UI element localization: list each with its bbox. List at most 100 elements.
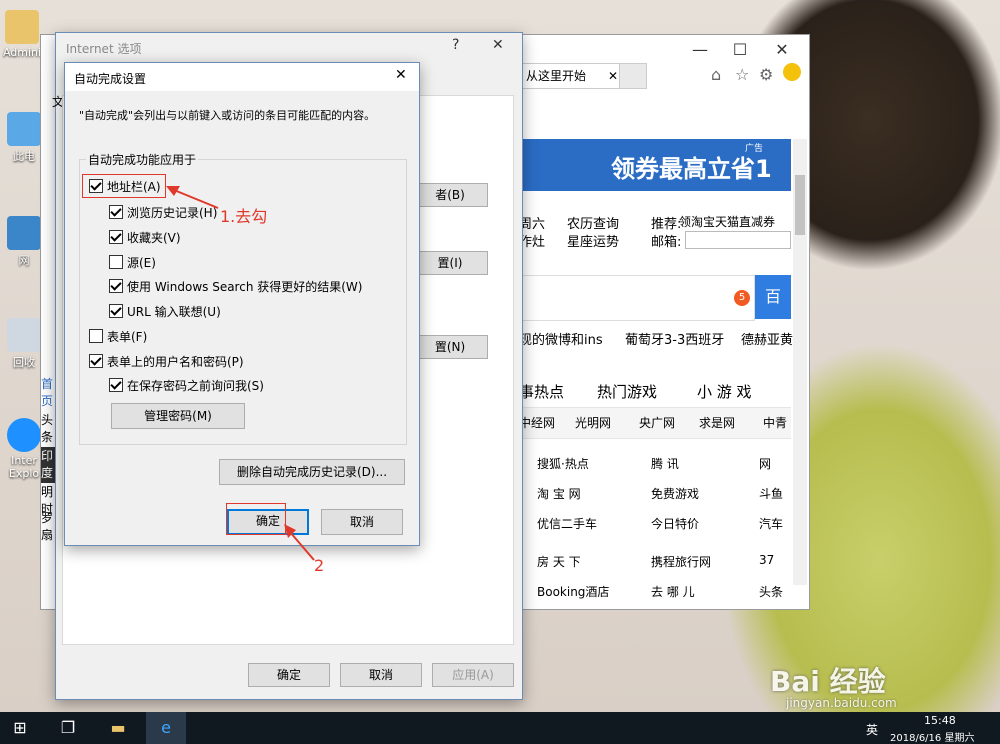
checkbox-icon[interactable]: [109, 230, 123, 244]
link-horoscope[interactable]: 星座运势: [567, 231, 619, 250]
news-link[interactable]: 求是网: [699, 414, 735, 431]
internet-explorer-icon: [7, 418, 41, 452]
checkbox-icon[interactable]: [89, 354, 103, 368]
close-icon[interactable]: ✕: [395, 67, 407, 83]
checkbox-windows-search[interactable]: 使用 Windows Search 获得更好的结果(W): [109, 277, 362, 297]
checkbox-usernames-passwords[interactable]: 表单上的用户名和密码(P): [89, 352, 244, 372]
help-icon[interactable]: ?: [452, 37, 459, 53]
banner-text: 领券最高立省1: [611, 155, 772, 183]
site-row: Booking酒店 去 哪 儿 头条: [519, 583, 791, 607]
vertical-scrollbar[interactable]: [793, 139, 807, 585]
news-link[interactable]: 央广网: [639, 414, 675, 431]
manage-passwords-button[interactable]: 管理密码(M): [111, 403, 245, 429]
site-row: 优信二手车 今日特价 汽车: [519, 515, 791, 553]
dialog-title: Internet 选项: [66, 42, 142, 56]
publishers-button[interactable]: 者(B): [412, 183, 488, 207]
site-link[interactable]: 腾 讯: [651, 455, 679, 472]
new-tab-button[interactable]: [619, 63, 647, 89]
close-window-button[interactable]: ✕: [769, 39, 795, 61]
site-link[interactable]: 携程旅行网: [651, 553, 711, 570]
close-tab-icon[interactable]: ✕: [608, 64, 618, 88]
link-coupons[interactable]: 领淘宝天猫直减券: [679, 213, 775, 230]
checkbox-icon[interactable]: [109, 279, 123, 293]
site-link[interactable]: Booking酒店: [537, 583, 609, 600]
home-icon[interactable]: ⌂: [711, 65, 721, 84]
news-link-bar: 中经网 光明网 央广网 求是网 中青: [519, 407, 791, 439]
recommend-label: 推荐:: [651, 217, 682, 232]
site-row: 淘 宝 网 免费游戏 斗鱼: [519, 485, 791, 515]
delete-history-button[interactable]: 删除自动完成历史记录(D)...: [219, 459, 405, 485]
autocomplete-cancel-button[interactable]: 取消: [321, 509, 403, 535]
option-label: 收藏夹(V): [127, 231, 181, 245]
site-link[interactable]: 汽车: [759, 515, 783, 532]
news-link[interactable]: 中青: [763, 414, 787, 431]
site-link[interactable]: 今日特价: [651, 515, 699, 532]
site-link[interactable]: 免费游戏: [651, 485, 699, 502]
site-link[interactable]: 淘 宝 网: [537, 485, 581, 502]
network-icon: [7, 216, 41, 250]
ad-banner[interactable]: 领券最高立省1 广告: [519, 139, 791, 191]
site-link[interactable]: 去 哪 儿: [651, 583, 695, 600]
gear-icon[interactable]: ⚙: [759, 65, 773, 84]
browser-tab[interactable]: 从这里开始 ✕: [519, 63, 625, 89]
checkbox-url-suggestions[interactable]: URL 输入联想(U): [109, 302, 221, 322]
checkbox-icon[interactable]: [109, 378, 123, 392]
site-link[interactable]: 头条: [759, 583, 783, 600]
site-link[interactable]: 房 天 下: [537, 553, 581, 570]
minimize-button[interactable]: —: [687, 39, 713, 61]
ime-indicator[interactable]: 英: [866, 721, 878, 738]
site-link[interactable]: 网: [759, 455, 771, 472]
options-cancel-button[interactable]: 取消: [340, 663, 422, 687]
internet-explorer-taskbar-icon[interactable]: e: [146, 712, 186, 744]
search-input[interactable]: 5: [519, 275, 755, 321]
tab-hot-news[interactable]: 事热点: [519, 381, 564, 402]
start-windows-icon[interactable]: ⊞: [0, 712, 40, 744]
option-label: 源(E): [127, 256, 156, 270]
link-calendar[interactable]: 农历查询: [567, 213, 619, 232]
checkbox-icon[interactable]: [109, 304, 123, 318]
desktop-icon-label: Admini: [2, 46, 42, 59]
baidu-watermark-logo: Bai 经验: [770, 665, 886, 698]
close-icon[interactable]: ✕: [492, 37, 504, 53]
option-label: URL 输入联想(U): [127, 305, 221, 319]
clock-date[interactable]: 2018/6/16 星期六: [890, 729, 974, 744]
file-explorer-icon[interactable]: ▬: [98, 712, 138, 744]
option-label: 使用 Windows Search 获得更好的结果(W): [127, 280, 363, 294]
tab-label: 从这里开始: [526, 69, 587, 83]
highlight-address-bar: [82, 174, 166, 198]
settings-button-2[interactable]: 置(N): [412, 335, 488, 359]
site-grid: 搜狐·热点 腾 讯 网 淘 宝 网 免费游戏 斗鱼 优信二手车 今日特价 汽车 …: [519, 455, 791, 607]
hot-link-1[interactable]: 现的微博和ins: [519, 329, 603, 348]
checkbox-icon[interactable]: [109, 255, 123, 269]
mail-input[interactable]: [685, 231, 791, 249]
settings-button[interactable]: 置(I): [412, 251, 488, 275]
clock-time[interactable]: 15:48: [924, 714, 956, 727]
checkbox-ask-before-saving[interactable]: 在保存密码之前询问我(S): [109, 376, 264, 396]
site-link[interactable]: 斗鱼: [759, 485, 783, 502]
smiley-feedback-icon[interactable]: [783, 63, 801, 81]
checkbox-favorites[interactable]: 收藏夹(V): [109, 228, 181, 248]
tab-hot-games[interactable]: 热门游戏: [597, 381, 657, 402]
desktop-icon-label: 回收: [13, 356, 35, 369]
mail-label: 邮箱:: [651, 235, 682, 250]
checkbox-icon[interactable]: [89, 329, 103, 343]
hot-link-2[interactable]: 葡萄牙3-3西班牙: [625, 329, 724, 348]
search-button[interactable]: 百: [755, 275, 791, 319]
favorites-star-icon[interactable]: ☆: [735, 65, 749, 84]
site-link[interactable]: 优信二手车: [537, 515, 597, 532]
scrollbar-thumb[interactable]: [795, 175, 805, 235]
checkbox-forms[interactable]: 表单(F): [89, 327, 147, 347]
checkbox-feeds[interactable]: 源(E): [109, 253, 156, 273]
options-apply-button[interactable]: 应用(A): [432, 663, 514, 687]
checkbox-icon[interactable]: [109, 205, 123, 219]
desktop-icon-user[interactable]: Admini: [0, 10, 44, 59]
tab-mini-games[interactable]: 小 游 戏: [697, 381, 752, 402]
maximize-button[interactable]: ☐: [727, 39, 753, 61]
task-view-icon[interactable]: ❐: [48, 712, 88, 744]
site-link[interactable]: 搜狐·热点: [537, 455, 589, 472]
news-link[interactable]: 光明网: [575, 414, 611, 431]
options-ok-button[interactable]: 确定: [248, 663, 330, 687]
site-link[interactable]: 37: [759, 553, 774, 567]
news-link[interactable]: 中经网: [519, 414, 555, 431]
hot-link-3[interactable]: 德赫亚黄: [741, 329, 793, 348]
